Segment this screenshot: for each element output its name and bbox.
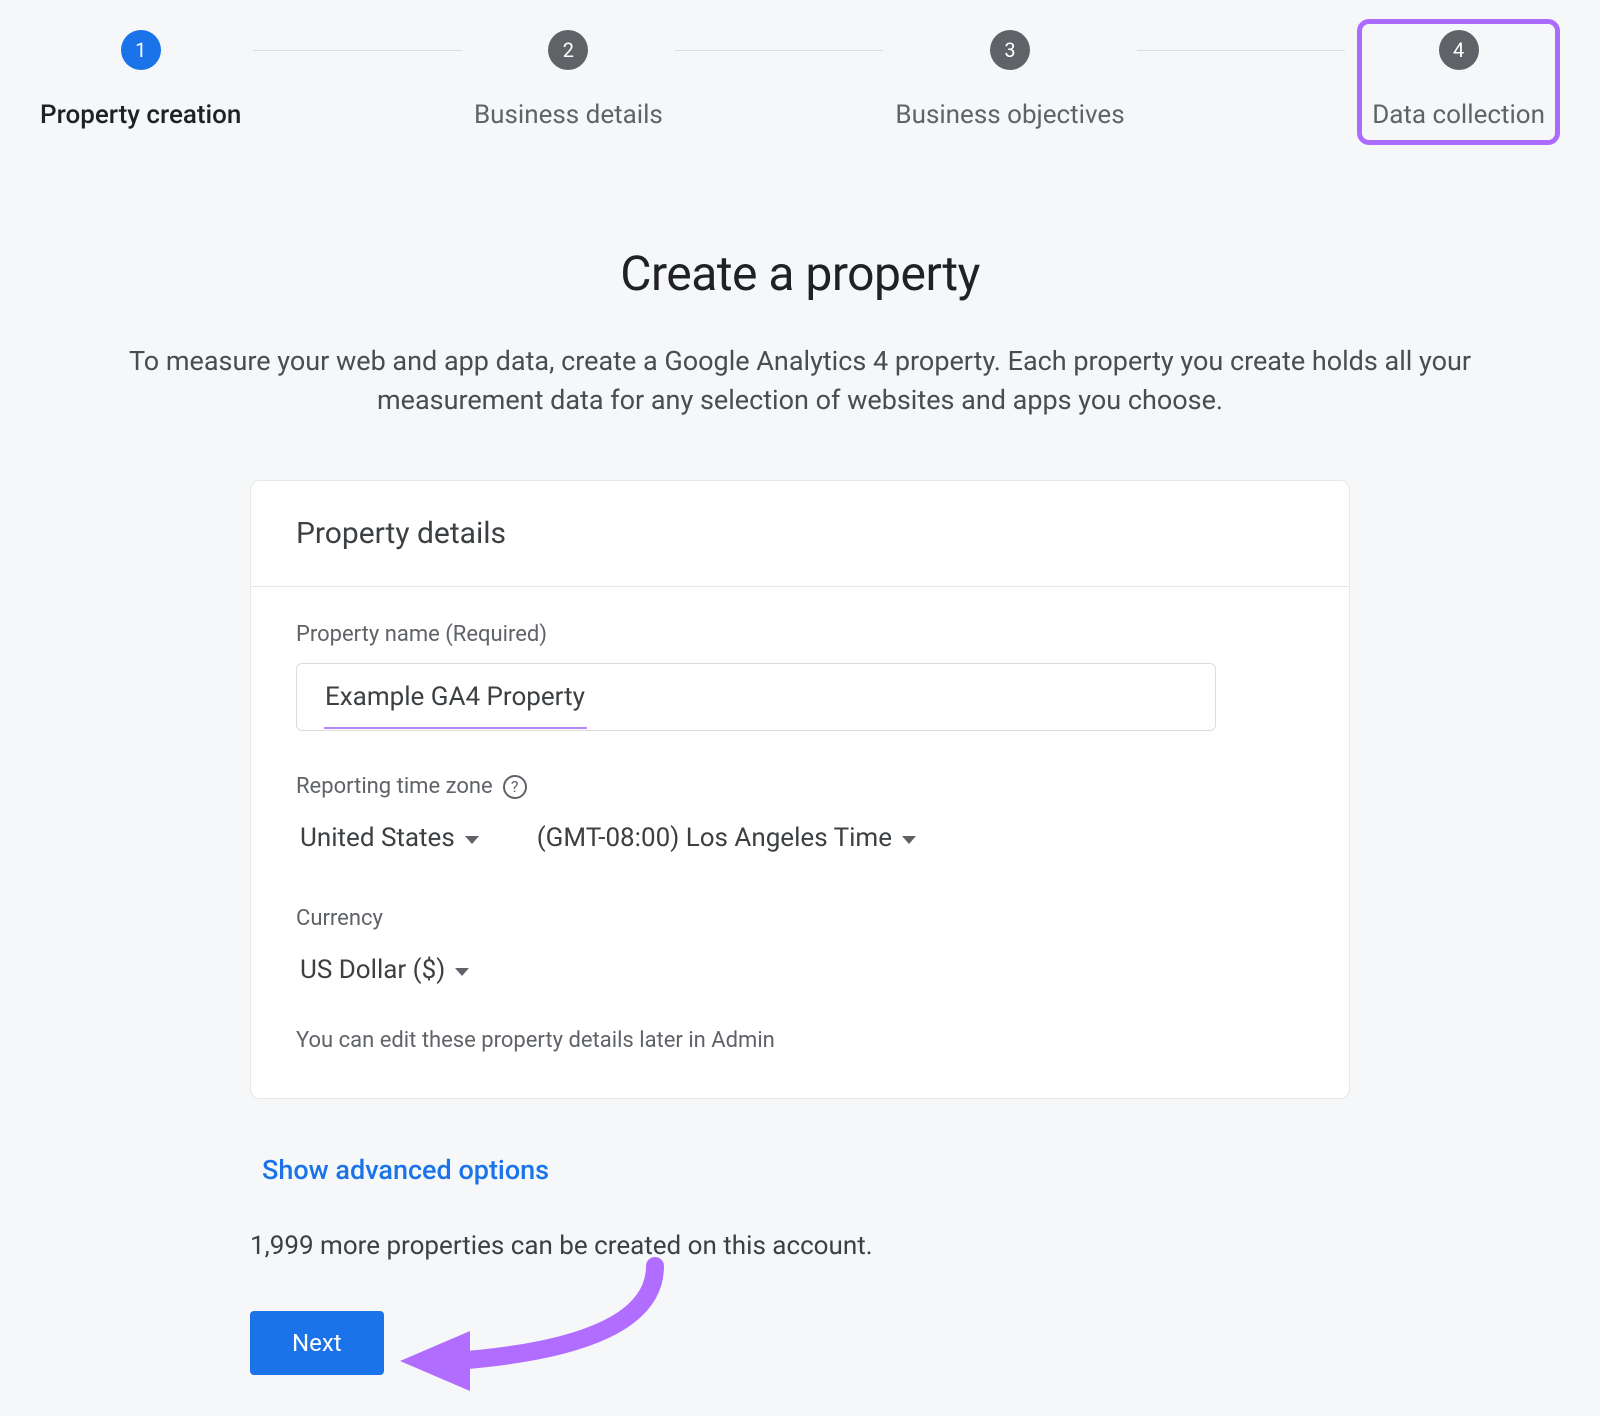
- timezone-value: (GMT-08:00) Los Angeles Time: [537, 823, 892, 853]
- step-1[interactable]: 1 Property creation: [40, 30, 241, 130]
- show-advanced-options-link[interactable]: Show advanced options: [262, 1154, 549, 1186]
- step-label-4: Data collection: [1372, 100, 1545, 130]
- property-details-card: Property details Property name (Required…: [250, 480, 1350, 1099]
- edit-later-note: You can edit these property details late…: [296, 1028, 1304, 1053]
- next-button[interactable]: Next: [250, 1311, 384, 1375]
- step-label-2: Business details: [474, 100, 663, 130]
- property-name-input[interactable]: [296, 663, 1216, 731]
- timezone-label: Reporting time zone ?: [296, 774, 1304, 799]
- page-description: To measure your web and app data, create…: [90, 342, 1510, 420]
- page-title: Create a property: [90, 245, 1510, 302]
- step-circle-1: 1: [121, 30, 161, 70]
- currency-label: Currency: [296, 906, 1304, 931]
- step-label-3: Business objectives: [895, 100, 1124, 130]
- step-line: [253, 50, 462, 51]
- step-line: [1137, 50, 1346, 51]
- step-4[interactable]: 4 Data collection: [1372, 30, 1545, 130]
- property-name-label: Property name (Required): [296, 622, 1304, 647]
- step-2[interactable]: 2 Business details: [474, 30, 663, 130]
- annotation-highlight-box: 4 Data collection: [1357, 19, 1560, 145]
- timezone-dropdown[interactable]: (GMT-08:00) Los Angeles Time: [533, 815, 920, 861]
- step-circle-3: 3: [990, 30, 1030, 70]
- step-label-1: Property creation: [40, 100, 241, 130]
- step-3[interactable]: 3 Business objectives: [895, 30, 1124, 130]
- currency-dropdown[interactable]: US Dollar ($): [296, 947, 473, 993]
- step-circle-4: 4: [1439, 30, 1479, 70]
- chevron-down-icon: [455, 968, 469, 976]
- quota-text: 1,999 more properties can be created on …: [250, 1231, 1350, 1261]
- help-icon[interactable]: ?: [503, 775, 527, 799]
- step-circle-2: 2: [548, 30, 588, 70]
- chevron-down-icon: [465, 836, 479, 844]
- annotation-underline: [324, 727, 587, 729]
- annotation-arrow-icon: [395, 1256, 715, 1396]
- card-heading: Property details: [251, 481, 1349, 587]
- country-value: United States: [300, 823, 455, 853]
- chevron-down-icon: [902, 836, 916, 844]
- timezone-label-text: Reporting time zone: [296, 774, 493, 799]
- step-line: [675, 50, 884, 51]
- stepper: 1 Property creation 2 Business details 3…: [0, 0, 1600, 195]
- country-dropdown[interactable]: United States: [296, 815, 483, 861]
- currency-value: US Dollar ($): [300, 955, 445, 985]
